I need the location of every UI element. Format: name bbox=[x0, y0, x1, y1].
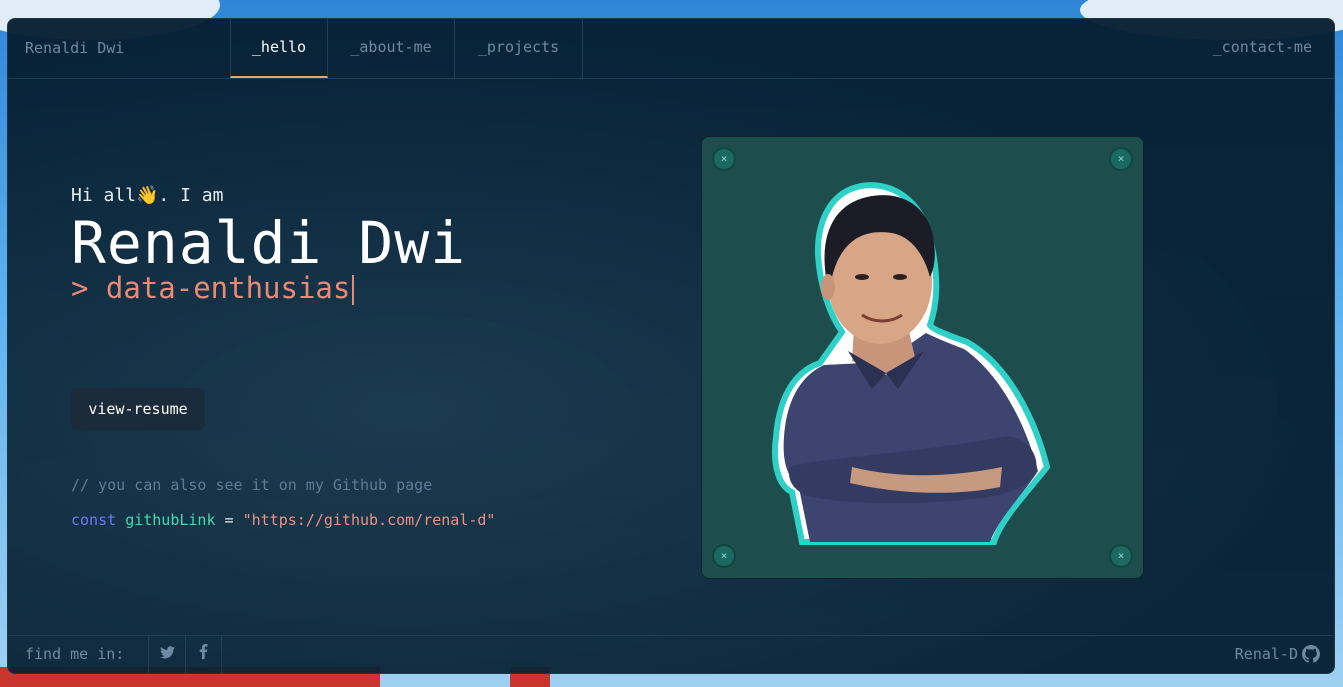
tab-hello[interactable]: _hello bbox=[230, 19, 328, 78]
contact-me-link[interactable]: _contact-me bbox=[1196, 19, 1312, 78]
github-link[interactable]: "https://github.com/renal-d" bbox=[243, 511, 496, 529]
typing-cursor bbox=[352, 275, 355, 305]
github-profile-link[interactable]: Renal-D bbox=[1235, 636, 1320, 673]
footer-bar: find me in: Renal-D bbox=[8, 635, 1334, 673]
code-variable: githubLink bbox=[125, 511, 216, 529]
facebook-icon[interactable] bbox=[185, 636, 222, 673]
role-prompt: > bbox=[71, 271, 106, 305]
code-line: const githubLink = "https://github.com/r… bbox=[71, 511, 495, 529]
tab-projects[interactable]: _projects bbox=[455, 19, 583, 78]
portfolio-window: Renaldi Dwi _hello _about-me _projects _… bbox=[7, 18, 1335, 674]
top-navigation: Renaldi Dwi _hello _about-me _projects _… bbox=[8, 19, 1334, 79]
github-username: Renal-D bbox=[1234, 645, 1298, 663]
profile-photo-card: × × × × bbox=[701, 136, 1144, 579]
code-operator: = bbox=[215, 511, 243, 529]
github-icon bbox=[1302, 645, 1320, 663]
greeting-text: Hi all👋. I am bbox=[71, 185, 224, 206]
view-resume-button[interactable]: view-resume bbox=[71, 388, 205, 430]
find-me-label: find me in: bbox=[25, 645, 125, 663]
brand-name[interactable]: Renaldi Dwi bbox=[25, 19, 124, 78]
code-comment: // you can also see it on my Github page bbox=[71, 476, 433, 494]
twitter-icon[interactable] bbox=[148, 636, 185, 673]
code-keyword: const bbox=[71, 511, 117, 529]
tab-about-me[interactable]: _about-me bbox=[328, 19, 455, 78]
hero-role: > data-enthusias bbox=[71, 271, 355, 305]
role-text: data-enthusias bbox=[105, 271, 351, 305]
hero-name: Renaldi Dwi bbox=[71, 209, 467, 277]
profile-portrait bbox=[772, 182, 1051, 545]
